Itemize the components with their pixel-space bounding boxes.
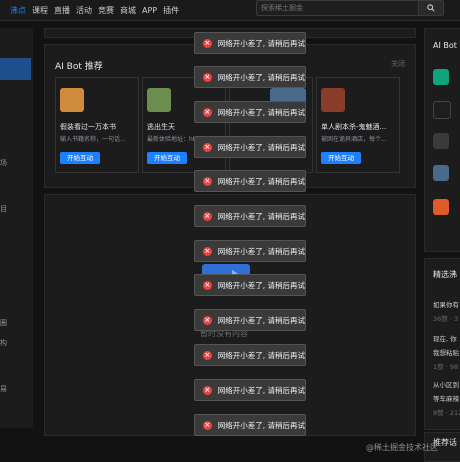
pick-item-text[interactable]: 从小区到 <box>433 379 459 389</box>
error-icon: × <box>203 280 212 290</box>
error-icon: × <box>203 350 212 360</box>
bot-avatar-mystery-icon <box>321 88 345 112</box>
error-toast: × 网络开小差了, 请稍后再试 <box>194 414 306 436</box>
error-toast: × 网络开小差了, 请稍后再试 <box>194 309 306 331</box>
main-nav: 沸点 课程 直播 活动 竞赛 商城 APP 插件 <box>0 0 179 20</box>
bot-card[interactable]: 单人剧本杀-鬼魅酒... 被困在诡异酒店，每个... 开始互动 <box>316 77 400 173</box>
error-toast: × 网络开小差了, 请稍后再试 <box>194 66 306 88</box>
game-bot-icon[interactable] <box>433 165 449 181</box>
error-toast: × 网络开小差了, 请稍后再试 <box>194 344 306 366</box>
error-icon: × <box>203 211 212 221</box>
toast-message: 网络开小差了, 请稍后再试 <box>217 315 305 325</box>
pick-item-text[interactable]: 如果你有 <box>433 299 459 309</box>
left-sidebar: 场 目 圈 构 易 <box>0 28 33 428</box>
error-toast: × 网络开小差了, 请稍后再试 <box>194 379 306 401</box>
error-icon: × <box>203 246 212 256</box>
pick-item-text[interactable]: 等车麻辣 <box>433 393 459 403</box>
error-icon: × <box>203 72 212 82</box>
bot-card-desc: 被困在诡异酒店，每个... <box>321 136 387 143</box>
toast-message: 网络开小差了, 请稍后再试 <box>217 211 305 221</box>
chatgpt-bot-icon[interactable] <box>433 69 449 85</box>
right-picks-panel: 精选沸 如果你有 36赞 · 3 现在, 你 我想粘贴 1赞 · 98 从小区到… <box>424 258 460 430</box>
error-toast: × 网络开小差了, 请稍后再试 <box>194 101 306 123</box>
error-toast: × 网络开小差了, 请稍后再试 <box>194 32 306 54</box>
bot-card[interactable]: 假装看过一万本书 输入书籍名称，一句话... 开始互动 <box>55 77 139 173</box>
search-box <box>256 0 444 16</box>
pick-item-text[interactable]: 我想粘贴 <box>433 347 459 357</box>
bot-card-title: 逃出生天 <box>147 123 175 131</box>
start-interaction-button[interactable]: 开始互动 <box>321 152 361 164</box>
search-input[interactable] <box>261 2 411 14</box>
error-icon: × <box>203 107 212 117</box>
error-toast: × 网络开小差了, 请稍后再试 <box>194 240 306 262</box>
error-icon: × <box>203 420 212 430</box>
sidebar-label-3[interactable]: 圈 <box>0 318 7 328</box>
bot-card-title: 单人剧本杀-鬼魅酒... <box>321 123 387 131</box>
sidebar-label-1[interactable]: 场 <box>0 158 7 168</box>
bot-card-desc: 输入书籍名称，一句话... <box>60 136 126 143</box>
pick-item-meta: 36赞 · 3 <box>433 315 459 323</box>
bot-avatar-book-icon <box>60 88 84 112</box>
search-button[interactable] <box>418 1 443 15</box>
qq-bot-icon[interactable] <box>433 101 451 119</box>
bot-avatar-escape-icon <box>147 88 171 112</box>
pick-item-meta: 1赞 · 98 <box>433 363 459 371</box>
toast-message: 网络开小差了, 请稍后再试 <box>217 280 305 290</box>
bot-card-title: 假装看过一万本书 <box>60 123 116 131</box>
error-toast: × 网络开小差了, 请稍后再试 <box>194 136 306 158</box>
nav-item-boiling[interactable]: 沸点 <box>10 5 26 16</box>
sidebar-label-5[interactable]: 易 <box>0 384 7 394</box>
start-interaction-button[interactable]: 开始互动 <box>147 152 187 164</box>
sidebar-label-2[interactable]: 目 <box>0 204 7 214</box>
calc-bot-icon[interactable] <box>433 199 449 215</box>
top-navbar: 沸点 课程 直播 活动 竞赛 商城 APP 插件 <box>0 0 460 21</box>
sidebar-active-item[interactable] <box>0 58 31 80</box>
nav-item-store[interactable]: 商城 <box>120 5 136 16</box>
nav-item-events[interactable]: 活动 <box>76 5 92 16</box>
search-icon <box>427 4 435 12</box>
start-interaction-button[interactable]: 开始互动 <box>60 152 100 164</box>
toast-message: 网络开小差了, 请稍后再试 <box>217 72 305 82</box>
bot-card[interactable]: 逃出生天 最新体验地址：https://... 开始互动 <box>142 77 226 173</box>
error-icon: × <box>203 38 212 48</box>
pick-item-meta: 8赞 · 212 <box>433 409 460 417</box>
error-icon: × <box>203 176 212 186</box>
toast-message: 网络开小差了, 请稍后再试 <box>217 107 305 117</box>
ai-bot-panel-title: AI Bot 推荐 <box>55 62 103 72</box>
toast-message: 网络开小差了, 请稍后再试 <box>217 142 305 152</box>
error-icon: × <box>203 142 212 152</box>
nav-item-contests[interactable]: 竞赛 <box>98 5 114 16</box>
toast-message: 网络开小差了, 请稍后再试 <box>217 420 305 430</box>
picks-title: 精选沸 <box>433 270 457 279</box>
toast-message: 网络开小差了, 请稍后再试 <box>217 246 305 256</box>
toast-message: 网络开小差了, 请稍后再试 <box>217 385 305 395</box>
error-toast: × 网络开小差了, 请稍后再试 <box>194 274 306 296</box>
toast-message: 网络开小差了, 请稍后再试 <box>217 38 305 48</box>
toast-message: 网络开小差了, 请稍后再试 <box>217 350 305 360</box>
nav-item-plugins[interactable]: 插件 <box>163 5 179 16</box>
right-ai-bot-title: AI Bot <box>433 41 457 50</box>
watermark: @稀土掘金技术社区 <box>366 443 438 452</box>
pick-item-text[interactable]: 现在, 你 <box>433 333 457 343</box>
error-icon: × <box>203 385 212 395</box>
error-icon: × <box>203 315 212 325</box>
toast-message: 网络开小差了, 请稍后再试 <box>217 176 305 186</box>
right-ai-bot-panel: AI Bot <box>424 28 460 252</box>
error-toast: × 网络开小差了, 请稍后再试 <box>194 205 306 227</box>
nav-item-live[interactable]: 直播 <box>54 5 70 16</box>
ai-bot-icon[interactable] <box>433 133 449 149</box>
nav-item-app[interactable]: APP <box>142 6 157 15</box>
ai-bot-close-link[interactable]: 关闭 <box>391 59 405 69</box>
nav-item-courses[interactable]: 课程 <box>32 5 48 16</box>
error-toast: × 网络开小差了, 请稍后再试 <box>194 170 306 192</box>
bot-card[interactable] <box>229 77 313 173</box>
sidebar-label-4[interactable]: 构 <box>0 338 7 348</box>
